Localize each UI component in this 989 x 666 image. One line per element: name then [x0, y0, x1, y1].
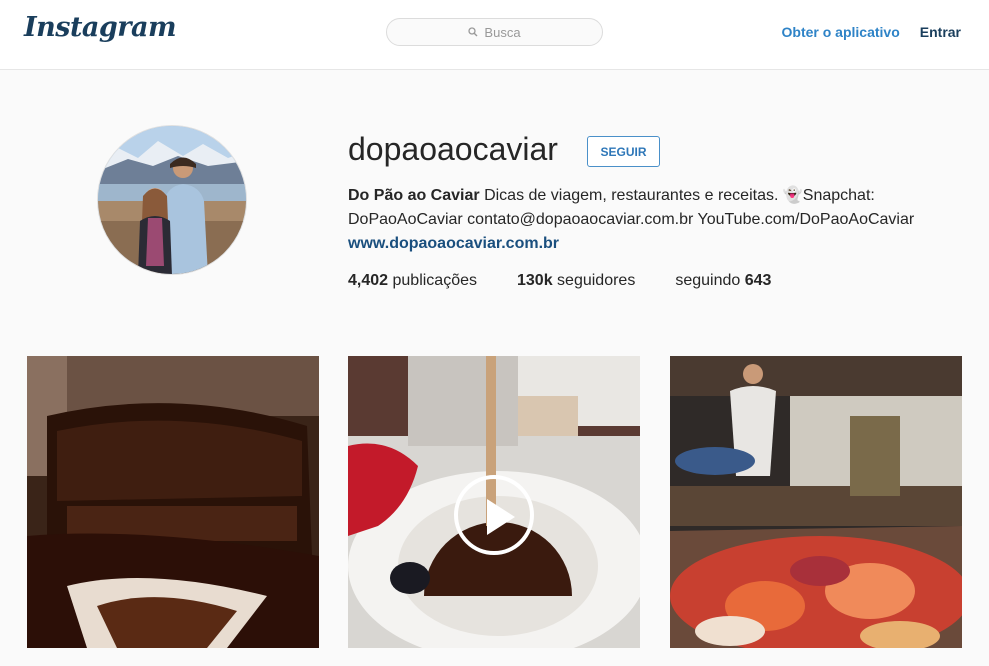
following-stat[interactable]: seguindo 643: [675, 272, 771, 290]
profile-avatar: [97, 125, 247, 275]
following-count: 643: [744, 272, 772, 289]
profile-username: dopaoaocaviar: [348, 131, 558, 167]
search-placeholder: Busca: [484, 24, 521, 40]
get-app-link[interactable]: Obter o aplicativo: [782, 24, 900, 40]
followers-count: 130k: [517, 272, 553, 289]
bio-text-2: DoPaoAoCaviar contato@dopaoaocaviar.com.…: [348, 211, 915, 228]
profile-bio: Do Pão ao Caviar Dicas de viagem, restau…: [348, 184, 948, 256]
bio-line-1: Do Pão ao Caviar Dicas de viagem, restau…: [348, 184, 948, 208]
follow-button[interactable]: SEGUIR: [587, 136, 660, 167]
instagram-logo[interactable]: Instagram: [24, 12, 177, 43]
search-icon: [468, 27, 478, 37]
bio-text-1: Dicas de viagem, restaurantes e receitas…: [484, 187, 875, 204]
post-video-chocolate-dome[interactable]: [348, 356, 640, 648]
followers-label: seguidores: [557, 272, 636, 289]
posts-stat: 4,402 publicações: [348, 272, 477, 290]
search-input[interactable]: Busca: [386, 18, 603, 46]
login-link[interactable]: Entrar: [920, 24, 961, 40]
profile-full-name: Do Pão ao Caviar: [348, 187, 480, 204]
posts-label: publicações: [392, 272, 478, 289]
video-play-icon[interactable]: [454, 475, 534, 555]
following-label: seguindo: [675, 272, 741, 289]
post-thumbnail-seafood-platter[interactable]: [670, 356, 962, 648]
post-thumbnail-chocolate-cake[interactable]: [27, 356, 319, 648]
posts-count: 4,402: [348, 272, 389, 289]
followers-stat[interactable]: 130k seguidores: [517, 272, 635, 290]
website-link[interactable]: www.dopaoaocaviar.com.br: [348, 235, 559, 252]
profile-stats: 4,402 publicações 130k seguidores seguin…: [348, 272, 811, 290]
header-links: Obter o aplicativo Entrar: [782, 24, 961, 40]
top-navigation-bar: Instagram Busca Obter o aplicativo Entra…: [0, 0, 989, 70]
